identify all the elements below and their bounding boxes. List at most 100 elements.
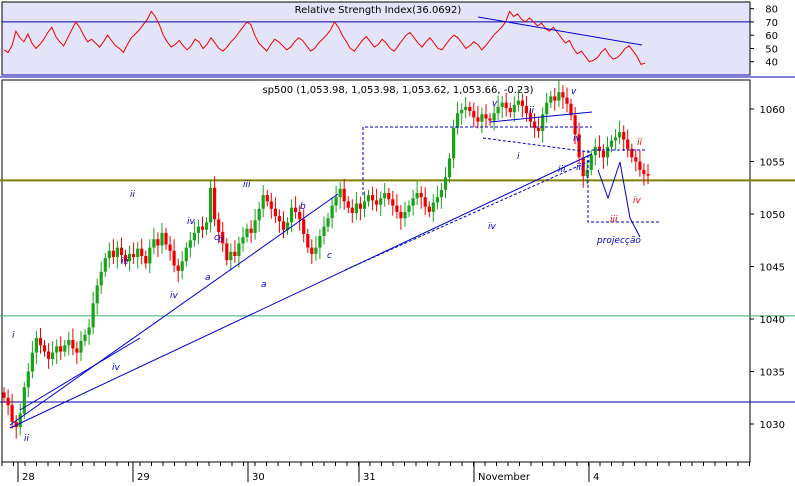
wave-annotation-23: iii [610, 215, 618, 225]
candle-body-138 [561, 92, 565, 98]
wave-annotation-18: iv [187, 217, 196, 227]
candle-body-42 [172, 250, 176, 266]
candle-body-107 [435, 197, 439, 203]
candle-body-153 [622, 132, 626, 140]
candle-body-32 [132, 253, 136, 257]
candle-body-46 [188, 240, 192, 248]
wave-annotation-5: a [205, 273, 211, 283]
rsi-title: Relative Strength Index(36.0692) [295, 5, 462, 16]
candle-body-44 [180, 261, 184, 271]
candle-body-40 [164, 232, 168, 245]
candle-body-36 [148, 247, 152, 264]
x-category-label-4: November [478, 472, 531, 482]
candle-body-115 [468, 106, 472, 112]
candle-body-7 [30, 352, 34, 372]
candle-body-6 [26, 371, 30, 388]
candle-body-141 [573, 115, 577, 135]
candle-body-150 [609, 140, 614, 147]
wave-annotation-16: ii [529, 106, 535, 116]
candle-body-135 [549, 96, 553, 103]
candle-body-120 [488, 118, 492, 121]
candle-body-158 [642, 169, 646, 175]
price-tick-label-1: 1035 [760, 368, 785, 379]
candle-body-56 [229, 251, 233, 261]
candle-body-19 [79, 341, 83, 353]
wave-annotation-25: projecção [596, 236, 641, 246]
candle-body-83 [338, 188, 342, 198]
candle-body-146 [593, 146, 597, 156]
wave-annotation-9: iv [170, 291, 179, 301]
candle-body-77 [314, 247, 318, 254]
candle-body-27 [111, 250, 115, 258]
candle-body-112 [456, 113, 460, 128]
candle-body-75 [306, 234, 310, 248]
candle-body-24 [99, 271, 103, 286]
candle-body-2 [10, 405, 14, 422]
candle-body-20 [83, 334, 87, 342]
candle-body-78 [318, 236, 322, 248]
candle-body-101 [411, 198, 415, 206]
x-category-label-3: 31 [363, 472, 376, 482]
candle-body-89 [362, 201, 367, 209]
candle-body-132 [537, 127, 541, 131]
wave-annotation-2: iii [243, 180, 251, 190]
candle-body-88 [358, 203, 362, 209]
candle-body-148 [601, 151, 605, 158]
rsi-tick-label-0: 40 [765, 58, 778, 69]
candle-body-93 [379, 198, 383, 205]
candle-body-90 [366, 195, 371, 202]
candle-body-114 [464, 106, 468, 110]
candle-body-53 [217, 219, 221, 232]
candle-body-49 [200, 226, 205, 230]
candle-body-16 [67, 340, 71, 346]
candle-body-66 [269, 201, 273, 209]
wave-annotation-13: iii [576, 163, 584, 173]
candle-body-26 [107, 250, 111, 259]
candle-body-22 [91, 303, 95, 328]
candle-body-96 [391, 199, 395, 206]
wave-annotation-14: iv [488, 222, 497, 232]
candle-body-72 [294, 207, 298, 212]
candle-body-18 [75, 348, 79, 353]
candle-body-39 [160, 232, 164, 246]
price-tick-label-3: 1045 [760, 263, 785, 274]
candle-body-21 [87, 327, 91, 335]
candle-body-13 [55, 346, 59, 353]
candle-body-37 [152, 239, 156, 248]
x-category-label-0: 28 [22, 472, 35, 482]
candle-body-33 [136, 248, 140, 257]
candle-body-92 [375, 200, 379, 205]
price-title: sp500 (1,053.98, 1,053.98, 1,053.62, 1,0… [262, 85, 533, 96]
candle-body-113 [460, 110, 464, 114]
candle-body-100 [407, 205, 411, 212]
candle-body-123 [500, 102, 504, 107]
price-tick-label-6: 1060 [760, 105, 785, 116]
rsi-tick-label-4: 80 [765, 5, 778, 16]
candle-body-1 [6, 397, 10, 406]
chart-container: 40 50 60 70 80 Relative Strength Index(36.069… [0, 0, 795, 483]
candle-body-94 [383, 193, 387, 199]
wave-annotation-8: iii [121, 257, 129, 267]
candle-body-59 [241, 237, 245, 244]
chart-svg: 40 50 60 70 80 Relative Strength Index(36.069… [0, 1, 795, 483]
price-tick-label-5: 1055 [760, 158, 785, 169]
candle-body-87 [354, 203, 358, 213]
candle-body-5 [22, 387, 26, 414]
candle-body-41 [168, 244, 172, 251]
candle-body-159 [646, 174, 650, 176]
candle-body-154 [626, 139, 630, 149]
candle-body-152 [618, 132, 622, 138]
candle-body-95 [387, 193, 391, 200]
candle-body-74 [302, 219, 306, 234]
wave-annotation-21: v [571, 87, 577, 97]
wave-annotation-3: iv [112, 363, 121, 373]
candle-body-67 [273, 208, 277, 217]
candle-body-136 [553, 96, 557, 101]
candle-body-51 [209, 187, 213, 223]
candle-body-137 [557, 92, 561, 101]
candle-body-47 [192, 232, 196, 241]
candle-body-9 [38, 337, 43, 346]
candle-body-4 [18, 413, 22, 428]
candle-body-12 [51, 352, 55, 359]
candle-body-60 [245, 228, 249, 238]
